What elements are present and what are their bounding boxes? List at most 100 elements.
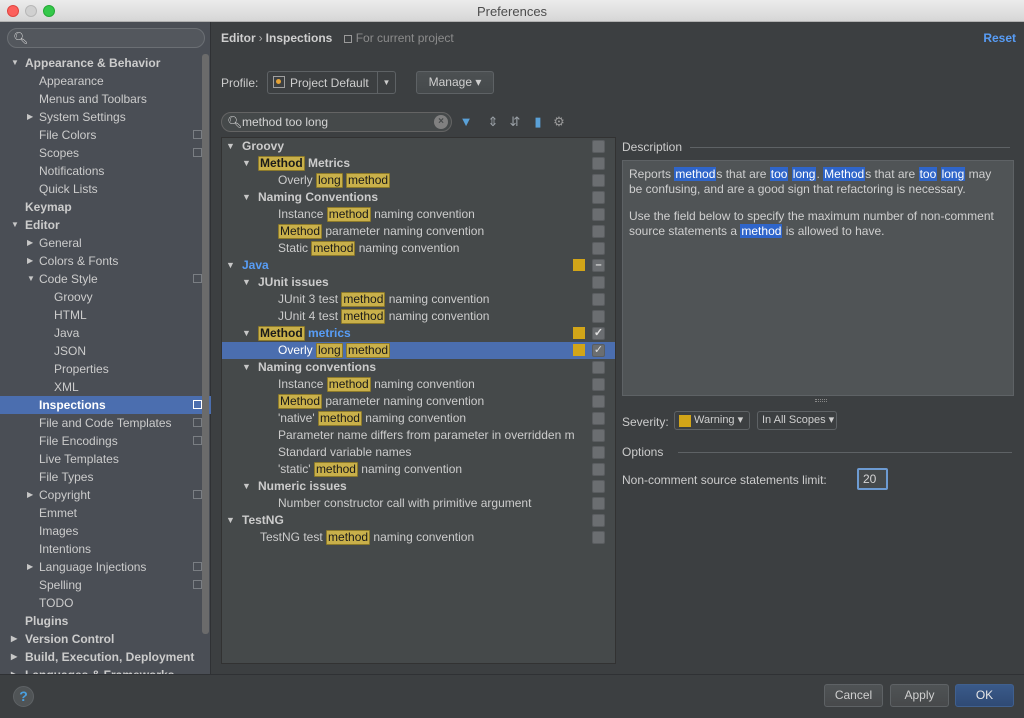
inspection-checkbox[interactable]: ✓ — [592, 327, 605, 340]
inspection-group[interactable]: ▼ Java – — [222, 257, 615, 274]
sidebar-item-copyright[interactable]: ▶ Copyright — [0, 486, 202, 504]
inspection-checkbox[interactable] — [592, 242, 605, 255]
inspection-checkbox[interactable] — [592, 174, 605, 187]
inspection-checkbox[interactable]: ✓ — [592, 344, 605, 357]
sidebar-item-live-templates[interactable]: Live Templates — [0, 450, 200, 468]
sidebar-item-xml[interactable]: XML — [0, 378, 200, 396]
inspection-item[interactable]: Parameter name differs from parameter in… — [222, 427, 615, 444]
sidebar-item-appearance[interactable]: Appearance — [0, 72, 200, 90]
chevron-right-icon[interactable]: ▶ — [11, 648, 17, 666]
inspection-item[interactable]: JUnit 4 test method naming convention — [222, 308, 615, 325]
inspection-checkbox[interactable] — [592, 412, 605, 425]
chevron-down-icon[interactable]: ▼ — [11, 216, 19, 234]
sidebar-item-todo[interactable]: TODO — [0, 594, 200, 612]
chevron-down-icon[interactable]: ▼ — [242, 274, 251, 291]
chevron-right-icon[interactable]: ▶ — [27, 252, 33, 270]
inspection-checkbox[interactable] — [592, 310, 605, 323]
inspection-checkbox[interactable]: – — [592, 259, 605, 272]
splitter-handle[interactable] — [815, 399, 827, 402]
severity-dropdown[interactable]: Warning ▾ — [674, 411, 750, 430]
sidebar-item-properties[interactable]: Properties — [0, 360, 200, 378]
profile-dropdown[interactable]: Project Default ▼ — [267, 71, 396, 94]
chevron-right-icon[interactable]: ▶ — [27, 486, 33, 504]
sidebar-item-file-encodings[interactable]: File Encodings — [0, 432, 202, 450]
chevron-right-icon[interactable]: ▶ — [27, 234, 33, 252]
inspection-checkbox[interactable] — [592, 191, 605, 204]
inspection-item[interactable]: Number constructor call with primitive a… — [222, 495, 615, 512]
sidebar-item-spelling[interactable]: Spelling — [0, 576, 202, 594]
chevron-down-icon[interactable]: ▼ — [242, 478, 251, 495]
sidebar-item-file-types[interactable]: File Types — [0, 468, 200, 486]
sidebar-item-general[interactable]: ▶ General — [0, 234, 200, 252]
inspection-item[interactable]: Instance method naming convention — [222, 376, 615, 393]
sidebar-item-language-injections[interactable]: ▶ Language Injections — [0, 558, 202, 576]
sidebar-item-intentions[interactable]: Intentions — [0, 540, 200, 558]
sidebar-item-editor[interactable]: ▼ Editor — [0, 216, 200, 234]
manage-button[interactable]: Manage ▾ — [416, 71, 494, 94]
chevron-down-icon[interactable]: ▼ — [226, 138, 235, 155]
sidebar-item-html[interactable]: HTML — [0, 306, 200, 324]
sidebar-item-inspections[interactable]: Inspections — [0, 396, 211, 414]
reset-link[interactable]: Reset — [983, 31, 1016, 45]
inspection-group[interactable]: ▼ Naming Conventions — [222, 189, 615, 206]
inspection-item[interactable]: 'static' method naming convention — [222, 461, 615, 478]
inspection-checkbox[interactable] — [592, 293, 605, 306]
inspection-group[interactable]: ▼ JUnit issues — [222, 274, 615, 291]
ok-button[interactable]: OK — [955, 684, 1014, 707]
inspection-group[interactable]: ▼ Groovy — [222, 138, 615, 155]
eraser-icon[interactable]: ▮ — [530, 114, 546, 130]
sidebar-item-json[interactable]: JSON — [0, 342, 200, 360]
chevron-down-icon[interactable]: ▼ — [242, 325, 251, 342]
sidebar-item-notifications[interactable]: Notifications — [0, 162, 200, 180]
sidebar-item-build-execution-deployment[interactable]: ▶ Build, Execution, Deployment — [0, 648, 200, 666]
settings-search-input[interactable]: 🔍︎ — [7, 28, 205, 48]
inspection-checkbox[interactable] — [592, 395, 605, 408]
inspection-checkbox[interactable] — [592, 463, 605, 476]
inspection-item[interactable]: Method parameter naming convention — [222, 223, 615, 240]
chevron-down-icon[interactable]: ▼ — [242, 155, 251, 172]
inspection-item[interactable]: Overly long method — [222, 172, 615, 189]
inspection-checkbox[interactable] — [592, 225, 605, 238]
inspection-item[interactable]: Static method naming convention — [222, 240, 615, 257]
inspection-item[interactable]: TestNG test method naming convention — [222, 529, 615, 546]
inspection-item[interactable]: Instance method naming convention — [222, 206, 615, 223]
chevron-down-icon[interactable]: ▼ — [242, 359, 251, 376]
chevron-right-icon[interactable]: ▶ — [27, 108, 33, 126]
sidebar-item-scopes[interactable]: Scopes — [0, 144, 202, 162]
sidebar-item-system-settings[interactable]: ▶ System Settings — [0, 108, 200, 126]
inspection-checkbox[interactable] — [592, 446, 605, 459]
sidebar-item-plugins[interactable]: Plugins — [0, 612, 200, 630]
cancel-button[interactable]: Cancel — [824, 684, 883, 707]
inspection-group[interactable]: ▼ Method metrics ✓ — [222, 325, 615, 342]
chevron-down-icon[interactable]: ▼ — [226, 257, 235, 274]
sidebar-item-colors-fonts[interactable]: ▶ Colors & Fonts — [0, 252, 200, 270]
gear-icon[interactable]: ⚙ — [551, 114, 567, 130]
sidebar-item-keymap[interactable]: Keymap — [0, 198, 200, 216]
chevron-down-icon[interactable]: ▼ — [11, 54, 19, 72]
inspection-checkbox[interactable] — [592, 140, 605, 153]
inspection-item[interactable]: Method parameter naming convention — [222, 393, 615, 410]
inspection-checkbox[interactable] — [592, 429, 605, 442]
filter-icon[interactable]: ▼ — [458, 114, 474, 130]
inspection-checkbox[interactable] — [592, 480, 605, 493]
expand-all-icon[interactable]: ⇕ — [485, 114, 501, 130]
sidebar-scrollbar[interactable] — [202, 54, 209, 634]
chevron-down-icon[interactable]: ▼ — [27, 270, 35, 288]
inspection-checkbox[interactable] — [592, 531, 605, 544]
chevron-right-icon[interactable]: ▶ — [11, 630, 17, 648]
chevron-down-icon[interactable]: ▼ — [226, 512, 235, 529]
chevron-down-icon[interactable]: ▼ — [377, 72, 395, 93]
chevron-down-icon[interactable]: ▼ — [242, 189, 251, 206]
inspection-group[interactable]: ▼ TestNG — [222, 512, 615, 529]
scope-dropdown[interactable]: In All Scopes ▾ — [757, 411, 837, 430]
chevron-right-icon[interactable]: ▶ — [27, 558, 33, 576]
sidebar-item-emmet[interactable]: Emmet — [0, 504, 200, 522]
sidebar-item-quick-lists[interactable]: Quick Lists — [0, 180, 200, 198]
sidebar-item-file-and-code-templates[interactable]: File and Code Templates — [0, 414, 202, 432]
help-button[interactable]: ? — [13, 686, 34, 707]
inspection-item[interactable]: 'native' method naming convention — [222, 410, 615, 427]
limit-input[interactable] — [857, 468, 888, 490]
inspection-checkbox[interactable] — [592, 208, 605, 221]
sidebar-item-code-style[interactable]: ▼ Code Style — [0, 270, 202, 288]
sidebar-item-images[interactable]: Images — [0, 522, 200, 540]
